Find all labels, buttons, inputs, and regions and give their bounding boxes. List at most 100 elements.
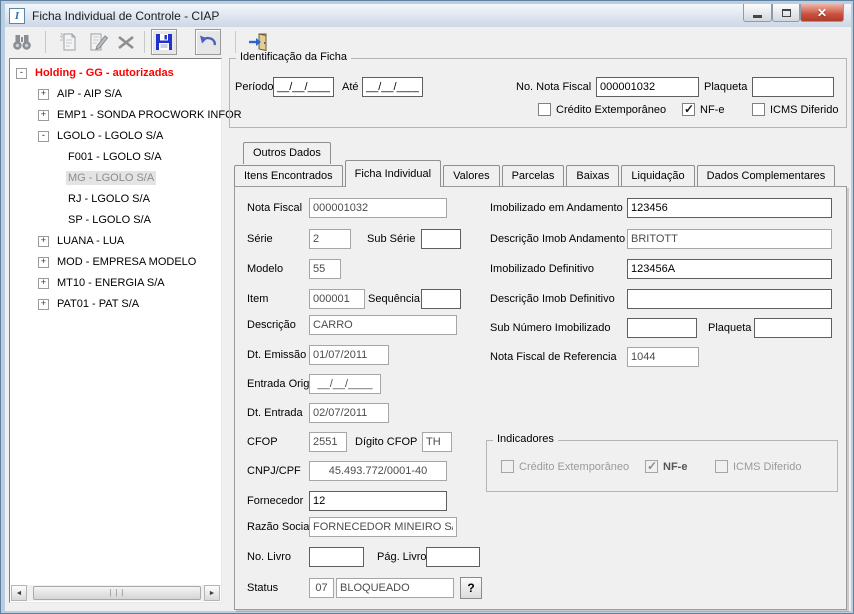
imob-andamento-input[interactable] (627, 198, 832, 218)
desc-imob-andamento-input[interactable] (627, 229, 832, 249)
collapse-icon[interactable]: - (16, 68, 27, 79)
maximize-icon (782, 9, 791, 17)
tab-valores[interactable]: Valores (443, 165, 499, 187)
razao-social-input[interactable] (309, 517, 457, 537)
expand-icon[interactable]: + (38, 89, 49, 100)
undo-button[interactable] (195, 29, 221, 55)
collapse-icon[interactable]: - (38, 131, 49, 142)
maximize-button[interactable] (772, 4, 800, 22)
status-code-input[interactable] (309, 578, 334, 598)
nf-referencia-input[interactable] (627, 347, 699, 367)
expand-icon[interactable]: + (38, 299, 49, 310)
binoculars-icon (11, 31, 33, 53)
ate-input[interactable] (362, 77, 423, 97)
scroll-right-button[interactable]: ► (204, 585, 220, 601)
dt-entrada-label: Dt. Entrada (247, 407, 303, 419)
tab-parcelas[interactable]: Parcelas (502, 165, 565, 187)
ind-nfe-checkbox[interactable] (645, 460, 658, 473)
nf-referencia-label: Nota Fiscal de Referencia (490, 351, 617, 363)
edit-button[interactable] (85, 29, 111, 55)
tree-item-lgolo[interactable]: -LGOLO - LGOLO S/A (38, 127, 165, 145)
icms-diferido-checkbox[interactable] (752, 103, 765, 116)
minimize-button[interactable] (743, 4, 772, 22)
toolbar (5, 27, 851, 56)
no-livro-input[interactable] (309, 547, 364, 567)
new-button[interactable] (55, 29, 81, 55)
tab-itens-encontrados[interactable]: Itens Encontrados (234, 165, 343, 187)
item-input[interactable] (309, 289, 365, 309)
status-label: Status (247, 582, 278, 594)
no-nota-fiscal-input[interactable] (596, 77, 699, 97)
desc-imob-definitivo-label: Descrição Imob Definitivo (490, 293, 615, 305)
credito-extemporaneo-checkbox[interactable] (538, 103, 551, 116)
status-help-button[interactable]: ? (460, 577, 482, 599)
plaqueta-label: Plaqueta (708, 322, 751, 334)
tree-item-sp[interactable]: SP - LGOLO S/A (66, 211, 153, 229)
expand-icon[interactable]: + (38, 257, 49, 268)
fornecedor-label: Fornecedor (247, 495, 303, 507)
entrada-orig-input[interactable] (309, 374, 381, 394)
descricao-input[interactable] (309, 315, 457, 335)
toolbar-separator (144, 31, 145, 53)
tab-liquidacao[interactable]: Liquidação (621, 165, 694, 187)
tree-item-mg[interactable]: MG - LGOLO S/A (66, 169, 156, 187)
tree-item-rj[interactable]: RJ - LGOLO S/A (66, 190, 152, 208)
plaqueta-header-input[interactable] (752, 77, 834, 97)
tab-outros-dados[interactable]: Outros Dados (243, 142, 331, 164)
cnpj-cpf-input[interactable] (309, 461, 447, 481)
tree-item-holding[interactable]: -Holding - GG - autorizadas (16, 64, 176, 82)
serie-input[interactable] (309, 229, 351, 249)
scroll-left-button[interactable]: ◄ (11, 585, 27, 601)
delete-button[interactable] (113, 29, 139, 55)
close-button[interactable]: ✕ (800, 4, 844, 22)
sub-numero-imob-input[interactable] (627, 318, 697, 338)
ind-credito-checkbox[interactable] (501, 460, 514, 473)
x-cross-icon (115, 31, 137, 53)
tree-item-luana[interactable]: +LUANA - LUA (38, 232, 126, 250)
dt-entrada-input[interactable] (309, 403, 389, 423)
dt-emissao-input[interactable] (309, 345, 389, 365)
plaqueta-input[interactable] (754, 318, 832, 338)
periodo-input[interactable] (273, 77, 334, 97)
tab-strip: Itens Encontrados Ficha Individual Valor… (234, 164, 837, 187)
toolbar-separator (45, 31, 46, 53)
ind-credito-checkbox-row: Crédito Extemporâneo (501, 460, 629, 473)
sub-serie-input[interactable] (421, 229, 461, 249)
scroll-thumb[interactable]: ||| (33, 586, 201, 600)
modelo-input[interactable] (309, 259, 341, 279)
pag-livro-input[interactable] (426, 547, 480, 567)
tab-baixas[interactable]: Baixas (566, 165, 619, 187)
dt-emissao-label: Dt. Emissão (247, 349, 306, 361)
tab-ficha-individual[interactable]: Ficha Individual (345, 160, 441, 187)
tab-dados-complementares[interactable]: Dados Complementares (697, 165, 836, 187)
ind-icms-checkbox[interactable] (715, 460, 728, 473)
digito-cfop-input[interactable] (422, 432, 452, 452)
floppy-disk-icon (154, 32, 174, 52)
tree-item-aip[interactable]: +AIP - AIP S/A (38, 85, 124, 103)
nota-fiscal-input[interactable] (309, 198, 447, 218)
tree-item-mod[interactable]: +MOD - EMPRESA MODELO (38, 253, 198, 271)
tree-item-pat01[interactable]: +PAT01 - PAT S/A (38, 295, 141, 313)
desc-imob-definitivo-input[interactable] (627, 289, 832, 309)
sequencia-label: Sequência (368, 293, 420, 305)
status-desc-input[interactable] (336, 578, 454, 598)
icms-diferido-label: ICMS Diferido (770, 104, 838, 116)
title-bar[interactable]: I Ficha Individual de Controle - CIAP ✕ (5, 4, 851, 27)
tree-item-f001[interactable]: F001 - LGOLO S/A (66, 148, 164, 166)
find-button[interactable] (9, 29, 35, 55)
imob-definitivo-label: Imobilizado Definitivo (490, 263, 594, 275)
save-button[interactable] (151, 29, 177, 55)
expand-icon[interactable]: + (38, 236, 49, 247)
tree-item-emp1[interactable]: +EMP1 - SONDA PROCWORK INFOR (38, 106, 244, 124)
expand-icon[interactable]: + (38, 278, 49, 289)
cfop-input[interactable] (309, 432, 347, 452)
expand-icon[interactable]: + (38, 110, 49, 121)
sequencia-input[interactable] (421, 289, 461, 309)
fornecedor-input[interactable] (309, 491, 447, 511)
imob-definitivo-input[interactable] (627, 259, 832, 279)
tree-item-mt10[interactable]: +MT10 - ENERGIA S/A (38, 274, 167, 292)
credito-extemporaneo-checkbox-row: Crédito Extemporâneo (538, 103, 666, 116)
horizontal-scrollbar[interactable]: ◄ ||| ► (11, 585, 220, 601)
nfe-checkbox[interactable] (682, 103, 695, 116)
exit-door-icon (247, 31, 269, 53)
